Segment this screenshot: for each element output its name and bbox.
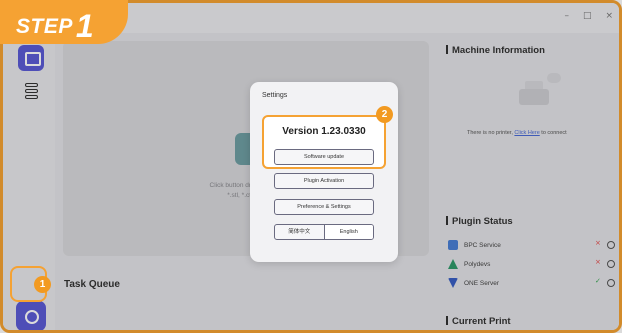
- version-label: Version 1.23.0330: [282, 126, 366, 137]
- version-box: Version 1.23.0330 Software update: [262, 115, 386, 169]
- step-badge-1: 1: [34, 276, 51, 293]
- step-banner: STEP1: [0, 0, 128, 44]
- settings-dialog-title: Settings: [262, 92, 288, 99]
- step-word: STEP: [16, 15, 73, 38]
- language-option-zh[interactable]: 简体中文: [275, 225, 324, 239]
- language-toggle: 简体中文 English: [274, 224, 374, 240]
- plugin-activation-button[interactable]: Plugin Activation: [274, 173, 374, 189]
- language-option-en[interactable]: English: [323, 225, 373, 239]
- software-update-button[interactable]: Software update: [274, 149, 374, 165]
- step-number: 1: [75, 8, 95, 44]
- preference-settings-button[interactable]: Preference & Settings: [274, 199, 374, 215]
- settings-dialog: Settings Version 1.23.0330 Software upda…: [250, 82, 398, 262]
- step-badge-2: 2: [376, 106, 393, 123]
- step-label: STEP1: [16, 8, 94, 45]
